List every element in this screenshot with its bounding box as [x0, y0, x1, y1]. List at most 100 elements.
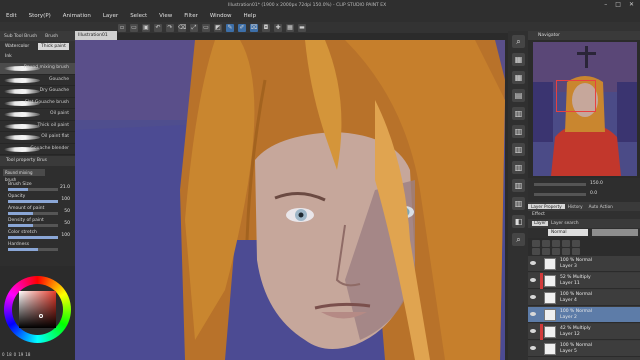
redo-icon[interactable]: ↷: [166, 23, 174, 32]
brush-icon[interactable]: ✐: [238, 23, 246, 32]
navigator-view-frame[interactable]: [556, 80, 596, 112]
property-value[interactable]: 50: [64, 221, 70, 226]
eye-icon[interactable]: [530, 295, 536, 299]
brush-item[interactable]: Dry Gouache: [0, 86, 75, 98]
eye-icon[interactable]: [530, 346, 536, 350]
material-icon[interactable]: ▦: [512, 71, 525, 84]
property-value[interactable]: 21.0: [60, 185, 70, 190]
eye-icon[interactable]: [530, 278, 536, 282]
minimize-button[interactable]: –: [604, 1, 607, 8]
property-value[interactable]: 100: [61, 233, 70, 238]
property-slider[interactable]: [8, 236, 58, 239]
snap-icon[interactable]: ✚: [274, 23, 282, 32]
eye-icon[interactable]: [530, 261, 536, 265]
search-icon[interactable]: ⌕: [512, 35, 525, 48]
property-value[interactable]: 50: [64, 209, 70, 214]
brush-item[interactable]: Round mixing brush: [0, 63, 75, 75]
brush-item[interactable]: Oil paint: [0, 109, 75, 121]
property-row[interactable]: Opacity 100: [4, 194, 70, 203]
grid-icon[interactable]: ▥: [512, 125, 525, 138]
subtool-tab-watercolor[interactable]: Watercolor: [2, 43, 32, 50]
navigator-header[interactable]: Navigator: [528, 31, 640, 40]
document-tab[interactable]: Illustration01: [75, 31, 117, 40]
saturation-value-square[interactable]: [19, 291, 56, 328]
layer-opacity-slider[interactable]: [592, 229, 638, 236]
merge-icon[interactable]: [562, 248, 570, 255]
grid-icon[interactable]: ▥: [512, 197, 525, 210]
tab-history[interactable]: History: [565, 204, 586, 209]
grid-icon[interactable]: ▥: [512, 161, 525, 174]
grid-icon[interactable]: ▥: [512, 143, 525, 156]
property-row[interactable]: Amount of paint 50: [4, 206, 70, 215]
property-slider[interactable]: [8, 224, 58, 227]
menu-animation[interactable]: Animation: [57, 13, 97, 19]
pen-icon[interactable]: ✎: [226, 23, 234, 32]
property-slider[interactable]: [8, 248, 58, 251]
brush-item[interactable]: Oil paint flat: [0, 132, 75, 144]
lock-icon[interactable]: [562, 240, 570, 247]
eye-icon[interactable]: [530, 312, 536, 316]
property-row[interactable]: Density of paint 50: [4, 218, 70, 227]
property-slider[interactable]: [8, 188, 58, 191]
canvas[interactable]: [75, 40, 505, 360]
layer-row[interactable]: 100 % Normal Layer 4: [528, 290, 640, 306]
tab-sub-tool[interactable]: Sub Tool Brush: [0, 34, 41, 39]
grid-icon[interactable]: ▥: [512, 107, 525, 120]
brush-item[interactable]: Gouache blender: [0, 144, 75, 155]
transform-icon[interactable]: ⤢: [190, 23, 198, 32]
tab-layer-property[interactable]: Layer Property: [528, 204, 565, 209]
rotation-value[interactable]: 0.0: [590, 191, 597, 196]
tab-layer[interactable]: Layer: [532, 221, 548, 226]
navigator-preview[interactable]: [533, 42, 637, 176]
clip-icon[interactable]: [532, 240, 540, 247]
grid-icon[interactable]: ▦: [286, 23, 294, 32]
menu-window[interactable]: Window: [204, 13, 238, 19]
new-layer-icon[interactable]: [532, 248, 540, 255]
material-icon[interactable]: ▦: [512, 53, 525, 66]
eye-icon[interactable]: [530, 329, 536, 333]
tab-auto-action[interactable]: Auto Action: [586, 204, 616, 209]
layer-row[interactable]: 100 % Normal Layer 2: [528, 307, 640, 323]
new-folder-icon[interactable]: [552, 248, 560, 255]
tab-layer-search[interactable]: Layer search: [551, 221, 579, 226]
rotation-slider[interactable]: [534, 193, 586, 196]
property-slider[interactable]: [8, 212, 58, 215]
property-row[interactable]: Hardness: [4, 242, 70, 251]
property-row[interactable]: Color stretch 100: [4, 230, 70, 239]
menu-story[interactable]: Story(P): [23, 13, 57, 19]
zoom-value[interactable]: 150.0: [590, 181, 603, 186]
property-slider[interactable]: [8, 200, 58, 203]
menu-edit[interactable]: Edit: [0, 13, 23, 19]
layer-row[interactable]: 52 % Multiply Layer 11: [528, 273, 640, 289]
delete-layer-icon[interactable]: [572, 248, 580, 255]
close-button[interactable]: ✕: [629, 1, 634, 8]
menu-select[interactable]: Select: [124, 13, 153, 19]
property-value[interactable]: 100: [61, 197, 70, 202]
lock-transparency-icon[interactable]: [572, 240, 580, 247]
ruler-icon[interactable]: ▬: [298, 23, 306, 32]
tab-brush[interactable]: Brush: [41, 34, 62, 39]
grid-icon[interactable]: ▥: [512, 179, 525, 192]
brush-item[interactable]: Thick oil paint: [0, 121, 75, 132]
mask-icon[interactable]: ◘: [262, 23, 270, 32]
open-icon[interactable]: ▭: [130, 23, 138, 32]
layer-icon[interactable]: ▤: [512, 89, 525, 102]
menu-layer[interactable]: Layer: [97, 13, 124, 19]
color-picker-cursor[interactable]: [39, 314, 43, 318]
layer-row[interactable]: 100 % Normal Layer 3: [528, 256, 640, 272]
search-icon[interactable]: ⌕: [512, 233, 525, 246]
brush-item[interactable]: Flat Gouache brush: [0, 98, 75, 109]
maximize-button[interactable]: □: [615, 1, 621, 8]
new-icon[interactable]: ▫: [118, 23, 126, 32]
layer-row[interactable]: 100 % Normal Layer 5: [528, 341, 640, 357]
new-vector-layer-icon[interactable]: [542, 248, 550, 255]
clear-icon[interactable]: ⌫: [178, 23, 186, 32]
subtool-tab-ink[interactable]: Ink: [2, 53, 15, 60]
undo-icon[interactable]: ↶: [154, 23, 162, 32]
draft-icon[interactable]: [552, 240, 560, 247]
menu-help[interactable]: Help: [238, 13, 263, 19]
tool-property-tab[interactable]: Tool property Brus: [0, 156, 75, 166]
brush-item[interactable]: Gouache: [0, 75, 75, 86]
subtool-tab-thick-paint[interactable]: Thick paint: [38, 43, 69, 50]
save-icon[interactable]: ▣: [142, 23, 150, 32]
